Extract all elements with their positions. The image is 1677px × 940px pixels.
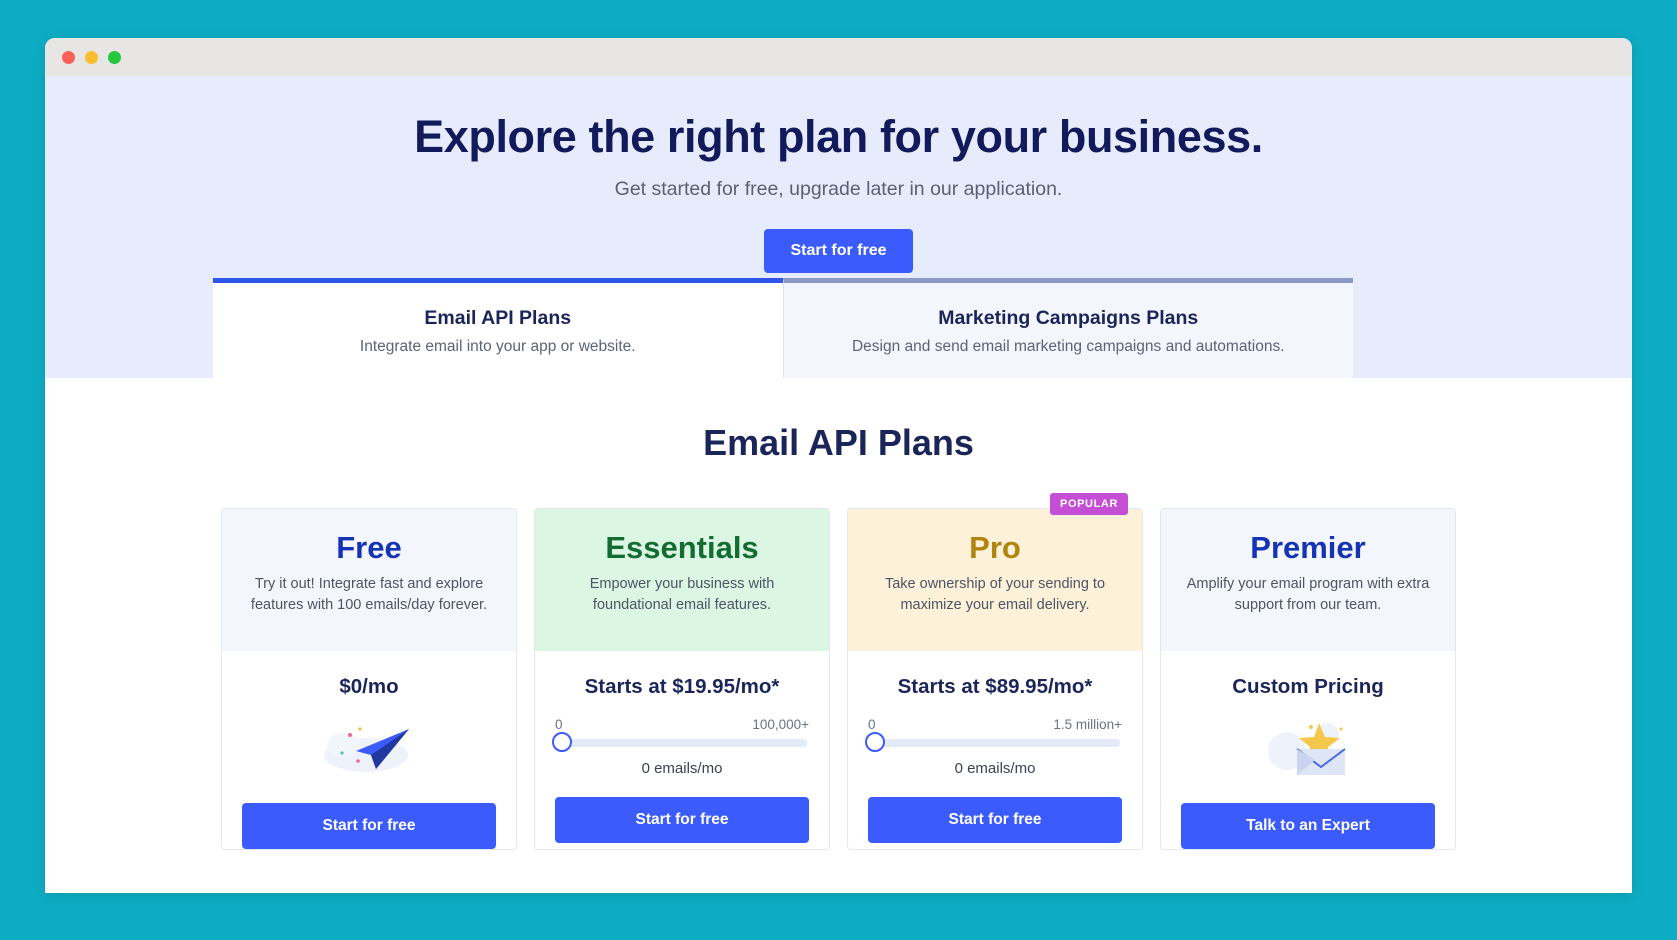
card-header: Pro Take ownership of your sending to ma…: [848, 509, 1142, 651]
page-content: Explore the right plan for your business…: [45, 76, 1632, 893]
hero-start-for-free-button[interactable]: Start for free: [764, 229, 913, 273]
close-window-button[interactable]: [62, 50, 75, 64]
card-plan-name: Free: [336, 530, 402, 565]
card-header: Premier Amplify your email program with …: [1161, 509, 1455, 651]
card-cta-button[interactable]: Start for free: [555, 797, 809, 843]
hero-subtitle: Get started for free, upgrade later in o…: [614, 178, 1063, 200]
slider-max-label: 1.5 million+: [1053, 717, 1122, 732]
tab-label: Marketing Campaigns Plans: [938, 307, 1199, 329]
card-cta-button[interactable]: Talk to an Expert: [1181, 803, 1435, 849]
tab-email-api-plans[interactable]: Email API Plans Integrate email into you…: [213, 278, 783, 378]
slider-labels: 0 1.5 million+: [868, 717, 1122, 732]
tab-marketing-campaigns-plans[interactable]: Marketing Campaigns Plans Design and sen…: [782, 278, 1353, 378]
hero-cta-container: Start for free: [45, 229, 1632, 273]
slider-track[interactable]: [552, 732, 807, 752]
card-body: Custom Pricing Talk to an Expert: [1161, 651, 1455, 849]
envelope-star-icon: [1181, 709, 1435, 783]
card-description: Take ownership of your sending to maximi…: [884, 576, 1106, 613]
card-description: Amplify your email program with extra su…: [1186, 576, 1430, 613]
slider-max-label: 100,000+: [752, 717, 809, 732]
card-description: Empower your business with foundational …: [589, 576, 775, 613]
card-plan-name: Essentials: [605, 530, 759, 565]
card-header: Essentials Empower your business with fo…: [535, 509, 829, 651]
status-badge: POPULAR: [1050, 493, 1128, 515]
pricing-card-essentials: Essentials Empower your business with fo…: [534, 508, 830, 850]
pricing-card-premier: Premier Amplify your email program with …: [1160, 508, 1456, 850]
card-price: Starts at $89.95/mo*: [897, 675, 1093, 698]
page-title: Explore the right plan for your business…: [414, 111, 1263, 162]
tab-label: Email API Plans: [424, 307, 572, 329]
card-price: $0/mo: [339, 675, 399, 698]
card-plan-name: Pro: [969, 530, 1021, 565]
card-plan-name: Premier: [1250, 530, 1366, 565]
slider-value-label: 0 emails/mo: [954, 760, 1036, 777]
pricing-cards: Free Try it out! Integrate fast and expl…: [45, 493, 1632, 850]
tab-sublabel: Design and send email marketing campaign…: [851, 338, 1285, 355]
window-titlebar: [45, 38, 1632, 76]
slider-labels: 0 100,000+: [555, 717, 809, 732]
card-header: Free Try it out! Integrate fast and expl…: [222, 509, 516, 651]
plan-type-tabs: Email API Plans Integrate email into you…: [213, 278, 1353, 378]
slider-min-label: 0: [555, 717, 563, 732]
tab-sublabel: Integrate email into your app or website…: [359, 338, 636, 355]
slider-thumb[interactable]: [865, 732, 885, 752]
slider-track[interactable]: [865, 732, 1120, 752]
card-cta-button[interactable]: Start for free: [242, 803, 496, 849]
slider-value-label: 0 emails/mo: [641, 760, 723, 777]
card-body: Starts at $19.95/mo* 0 100,000+ 0 emails…: [535, 651, 829, 843]
hero-section: Explore the right plan for your business…: [45, 76, 1632, 378]
browser-window: Explore the right plan for your business…: [45, 38, 1632, 893]
card-body: Starts at $89.95/mo* 0 1.5 million+ 0 em…: [848, 651, 1142, 843]
card-cta-button[interactable]: Start for free: [868, 797, 1122, 843]
plans-section: Email API Plans Free Try it out! Integra…: [45, 378, 1632, 850]
slider-min-label: 0: [868, 717, 876, 732]
volume-slider[interactable]: 0 100,000+ 0 emails/mo: [552, 717, 809, 777]
card-price: Custom Pricing: [1232, 675, 1384, 698]
pricing-card-pro: POPULAR Pro Take ownership of your sendi…: [847, 493, 1143, 850]
card-body: $0/mo Start for free: [222, 651, 516, 849]
slider-thumb[interactable]: [552, 732, 572, 752]
minimize-window-button[interactable]: [85, 50, 98, 64]
card-description: Try it out! Integrate fast and explore f…: [250, 576, 488, 613]
maximize-window-button[interactable]: [108, 50, 121, 64]
pricing-card-free: Free Try it out! Integrate fast and expl…: [221, 508, 517, 850]
paper-plane-icon: [242, 709, 496, 783]
volume-slider[interactable]: 0 1.5 million+ 0 emails/mo: [865, 717, 1122, 777]
section-title: Email API Plans: [703, 422, 974, 463]
card-price: Starts at $19.95/mo*: [584, 675, 780, 698]
